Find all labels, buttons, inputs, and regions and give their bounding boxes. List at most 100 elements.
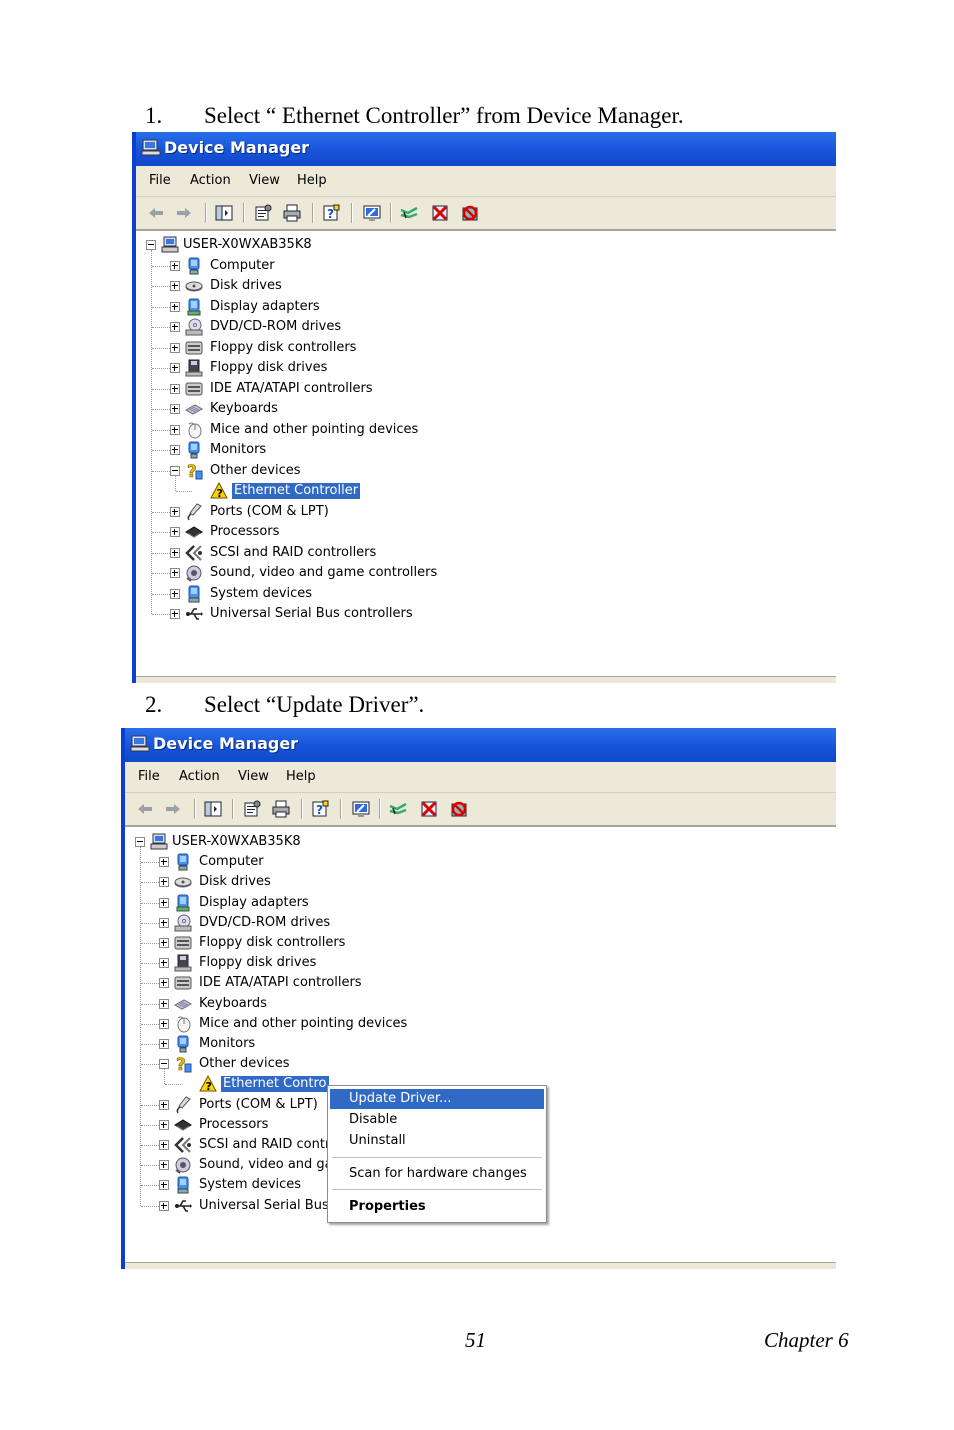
forward-arrow-icon[interactable] [164, 800, 182, 818]
expand-toggle[interactable] [170, 609, 180, 619]
context-properties[interactable]: Properties [330, 1197, 544, 1217]
menu-file[interactable]: File [138, 769, 160, 784]
expand-toggle[interactable] [170, 527, 180, 537]
tree-category[interactable]: IDE ATA/ATAPI controllers [125, 973, 545, 993]
expand-toggle[interactable] [159, 978, 169, 989]
menu-help[interactable]: Help [286, 769, 316, 784]
context-uninstall[interactable]: Uninstall [330, 1131, 544, 1151]
tree-category[interactable]: Disk drives [136, 276, 556, 296]
print-icon[interactable] [272, 800, 290, 818]
forward-arrow-icon[interactable] [175, 204, 193, 222]
tree-category[interactable]: Keyboards [136, 399, 556, 419]
properties-icon[interactable] [243, 800, 261, 818]
tree-category[interactable]: SCSI and RAID controllers [136, 543, 556, 563]
expand-toggle[interactable] [170, 568, 180, 578]
expand-toggle[interactable] [159, 1018, 169, 1029]
tree-root[interactable]: USER-X0WXAB35K8 [136, 235, 536, 255]
menu-action[interactable]: Action [179, 769, 220, 784]
help-icon[interactable]: ? [322, 204, 340, 222]
expand-toggle[interactable] [159, 857, 169, 868]
expand-toggle[interactable] [170, 424, 180, 435]
scan-hardware-icon[interactable] [352, 800, 370, 818]
expand-toggle[interactable] [170, 301, 180, 312]
collapse-toggle[interactable] [135, 837, 145, 847]
back-arrow-icon[interactable] [147, 204, 165, 222]
tree-category[interactable]: Monitors [136, 440, 556, 460]
disable-icon[interactable] [450, 800, 468, 818]
menu-view[interactable]: View [249, 173, 280, 188]
collapse-toggle[interactable] [146, 240, 156, 250]
expand-toggle[interactable] [170, 445, 180, 455]
tree-device-ethernet-controller[interactable]: ? Ethernet Controller [136, 481, 556, 501]
expand-toggle[interactable] [170, 588, 180, 599]
tree-category[interactable]: Floppy disk controllers [125, 933, 545, 953]
expand-toggle[interactable] [159, 1180, 169, 1191]
disable-icon[interactable] [461, 204, 479, 222]
expand-toggle[interactable] [159, 1119, 169, 1130]
tree-category[interactable]: Computer [136, 256, 556, 276]
tree-category[interactable]: DVD/CD-ROM drives [136, 317, 556, 337]
expand-toggle[interactable] [170, 383, 180, 394]
expand-toggle[interactable] [170, 281, 180, 291]
tree-category[interactable]: Sound, video and game controllers [136, 563, 556, 583]
update-driver-icon[interactable] [400, 204, 418, 222]
expand-toggle[interactable] [159, 1200, 169, 1211]
expand-toggle[interactable] [170, 363, 180, 373]
menu-view[interactable]: View [238, 769, 269, 784]
collapse-toggle[interactable] [159, 1059, 169, 1070]
tree-category[interactable]: Floppy disk controllers [136, 338, 556, 358]
print-icon[interactable] [283, 204, 301, 222]
expand-toggle[interactable] [159, 1160, 169, 1171]
context-update-driver[interactable]: Update Driver... [330, 1089, 544, 1109]
expand-toggle[interactable] [159, 958, 169, 969]
tree-category[interactable]: ? Other devices [136, 461, 556, 482]
uninstall-icon[interactable] [431, 204, 449, 222]
menu-action[interactable]: Action [190, 173, 231, 188]
expand-toggle[interactable] [159, 1039, 169, 1049]
expand-toggle[interactable] [159, 877, 169, 888]
update-driver-icon[interactable] [389, 800, 407, 818]
tree-category[interactable]: Disk drives [125, 872, 545, 892]
expand-toggle[interactable] [159, 938, 169, 948]
tree-category[interactable]: Mice and other pointing devices [125, 1014, 545, 1034]
tree-category[interactable]: Display adapters [136, 297, 556, 317]
tree-category[interactable]: System devices [136, 584, 556, 604]
show-hide-console-tree-icon[interactable] [204, 800, 222, 818]
tree-category[interactable]: Monitors [125, 1034, 545, 1054]
expand-toggle[interactable] [170, 260, 180, 271]
collapse-toggle[interactable] [170, 465, 180, 476]
tree-category[interactable]: Floppy disk drives [125, 953, 545, 973]
tree-category[interactable]: ? Other devices [125, 1054, 545, 1075]
properties-icon[interactable] [254, 204, 272, 222]
expand-toggle[interactable] [159, 897, 169, 908]
help-icon[interactable]: ? [311, 800, 329, 818]
expand-toggle[interactable] [159, 917, 169, 928]
tree-category[interactable]: Processors [136, 522, 556, 542]
context-scan-hardware[interactable]: Scan for hardware changes [330, 1164, 544, 1184]
menu-file[interactable]: File [149, 173, 171, 188]
tree-category[interactable]: Display adapters [125, 893, 545, 913]
expand-toggle[interactable] [159, 1140, 169, 1150]
expand-toggle[interactable] [159, 1099, 169, 1110]
context-disable[interactable]: Disable [330, 1110, 544, 1130]
menu-help[interactable]: Help [297, 173, 327, 188]
expand-toggle[interactable] [170, 342, 180, 353]
back-arrow-icon[interactable] [136, 800, 154, 818]
tree-root[interactable]: USER-X0WXAB35K8 [125, 832, 525, 852]
tree-category[interactable]: Mice and other pointing devices [136, 420, 556, 440]
expand-toggle[interactable] [170, 322, 180, 332]
tree-category[interactable]: Floppy disk drives [136, 358, 556, 378]
expand-toggle[interactable] [170, 547, 180, 558]
tree-category[interactable]: Universal Serial Bus controllers [136, 604, 556, 624]
tree-category[interactable]: Computer [125, 852, 545, 872]
expand-toggle[interactable] [170, 506, 180, 517]
uninstall-icon[interactable] [420, 800, 438, 818]
tree-category[interactable]: IDE ATA/ATAPI controllers [136, 379, 556, 399]
scan-hardware-icon[interactable] [363, 204, 381, 222]
tree-category[interactable]: Keyboards [125, 994, 545, 1014]
expand-toggle[interactable] [159, 998, 169, 1009]
tree-category[interactable]: Ports (COM & LPT) [136, 502, 556, 522]
expand-toggle[interactable] [170, 404, 180, 414]
show-hide-console-tree-icon[interactable] [215, 204, 233, 222]
tree-category[interactable]: DVD/CD-ROM drives [125, 913, 545, 933]
